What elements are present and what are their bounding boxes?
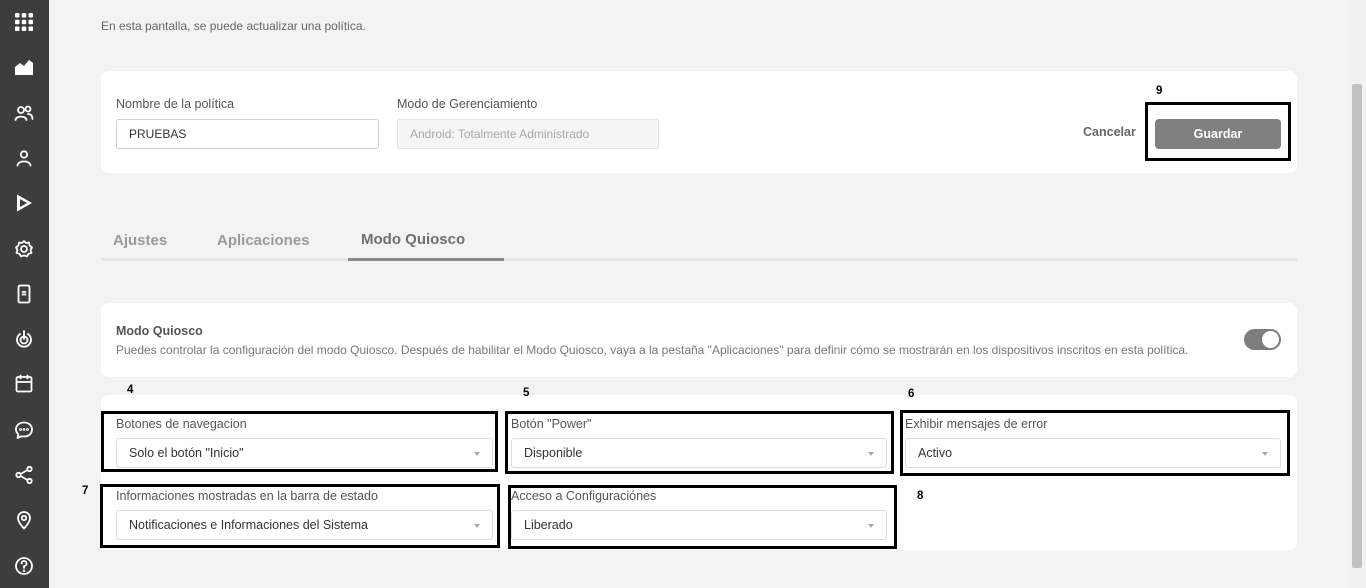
calendar-icon[interactable]	[13, 373, 35, 395]
sidebar	[0, 0, 49, 588]
tabs-baseline	[101, 258, 1297, 261]
kiosk-mode-title: Modo Quiosco	[116, 324, 203, 338]
toggle-knob	[1262, 331, 1279, 348]
dashboard-icon[interactable]	[13, 56, 35, 78]
annotation-number-7: 7	[82, 485, 89, 497]
share-icon[interactable]	[13, 464, 35, 486]
annotation-number-8: 8	[917, 490, 924, 502]
annotation-number-9: 9	[1156, 85, 1163, 97]
tab-aplicaciones[interactable]: Aplicaciones	[217, 232, 310, 249]
help-icon[interactable]	[13, 555, 35, 577]
annotation-box-7	[100, 484, 500, 548]
annotation-box-5	[505, 411, 894, 474]
annotation-number-6: 6	[908, 388, 915, 400]
kiosk-mode-description: Puedes controlar la configuración del mo…	[116, 343, 1189, 357]
play-store-icon[interactable]	[13, 192, 35, 214]
groups-icon[interactable]	[13, 102, 35, 124]
location-pin-icon[interactable]	[13, 509, 35, 531]
kiosk-mode-toggle[interactable]	[1244, 329, 1281, 350]
annotation-box-8	[508, 485, 897, 549]
chat-icon[interactable]	[13, 419, 35, 441]
intro-text: En esta pantalla, se puede actualizar un…	[101, 19, 366, 33]
scrollbar-thumb[interactable]	[1352, 84, 1362, 568]
policy-name-label: Nombre de la política	[116, 97, 235, 111]
management-mode-input: Android: Totalmente Administrado	[397, 119, 659, 149]
policy-header-card: Nombre de la política PRUEBAS Modo de Ge…	[101, 71, 1297, 173]
apps-grid-icon[interactable]	[13, 11, 35, 33]
device-icon[interactable]	[13, 283, 35, 305]
annotation-box-6	[900, 410, 1290, 476]
annotation-number-4: 4	[127, 384, 134, 396]
policy-name-input[interactable]: PRUEBAS	[116, 119, 379, 149]
tab-ajustes[interactable]: Ajustes	[113, 232, 167, 249]
annotation-box-4	[101, 411, 498, 472]
cancel-button[interactable]: Cancelar	[1083, 125, 1136, 139]
user-icon[interactable]	[13, 147, 35, 169]
page-scrollbar[interactable]	[1349, 0, 1366, 588]
kiosk-mode-card: Modo Quiosco Puedes controlar la configu…	[101, 303, 1297, 377]
annotation-box-9	[1145, 102, 1291, 161]
management-mode-label: Modo de Gerenciamiento	[397, 97, 538, 111]
tab-modo-quiosco[interactable]: Modo Quiosco	[361, 231, 465, 248]
power-icon[interactable]	[13, 328, 35, 350]
settings-gear-icon[interactable]	[13, 238, 35, 260]
annotation-number-5: 5	[523, 387, 530, 399]
active-tab-indicator	[348, 258, 504, 261]
